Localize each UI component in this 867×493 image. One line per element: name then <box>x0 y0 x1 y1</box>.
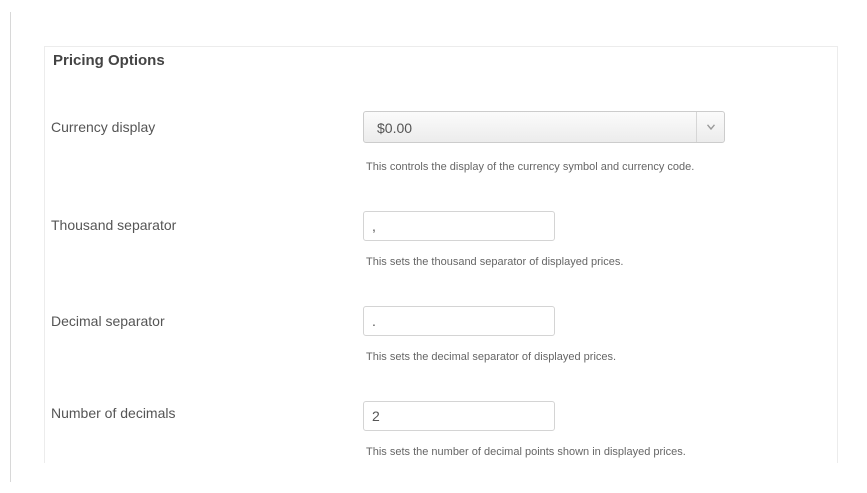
thousand-separator-help: This sets the thousand separator of disp… <box>366 256 624 268</box>
decimal-separator-label: Decimal separator <box>51 313 165 329</box>
chevron-down-icon <box>706 124 715 130</box>
currency-display-select[interactable]: $0.00 <box>363 111 725 143</box>
pricing-options-panel: Pricing Options Currency display $0.00 T… <box>44 46 838 463</box>
currency-display-selected-value: $0.00 <box>377 120 413 136</box>
currency-display-help: This controls the display of the currenc… <box>366 161 695 173</box>
number-of-decimals-input[interactable] <box>363 401 555 431</box>
thousand-separator-label: Thousand separator <box>51 217 177 233</box>
currency-display-label: Currency display <box>51 119 156 135</box>
section-title: Pricing Options <box>53 52 165 69</box>
left-divider <box>10 12 11 482</box>
decimal-separator-input[interactable] <box>363 306 555 336</box>
settings-page: Pricing Options Currency display $0.00 T… <box>0 0 867 493</box>
number-of-decimals-help: This sets the number of decimal points s… <box>366 446 686 458</box>
decimal-separator-help: This sets the decimal separator of displ… <box>366 351 617 363</box>
thousand-separator-input[interactable] <box>363 211 555 241</box>
number-of-decimals-label: Number of decimals <box>51 405 176 421</box>
dropdown-toggle[interactable] <box>696 112 724 142</box>
